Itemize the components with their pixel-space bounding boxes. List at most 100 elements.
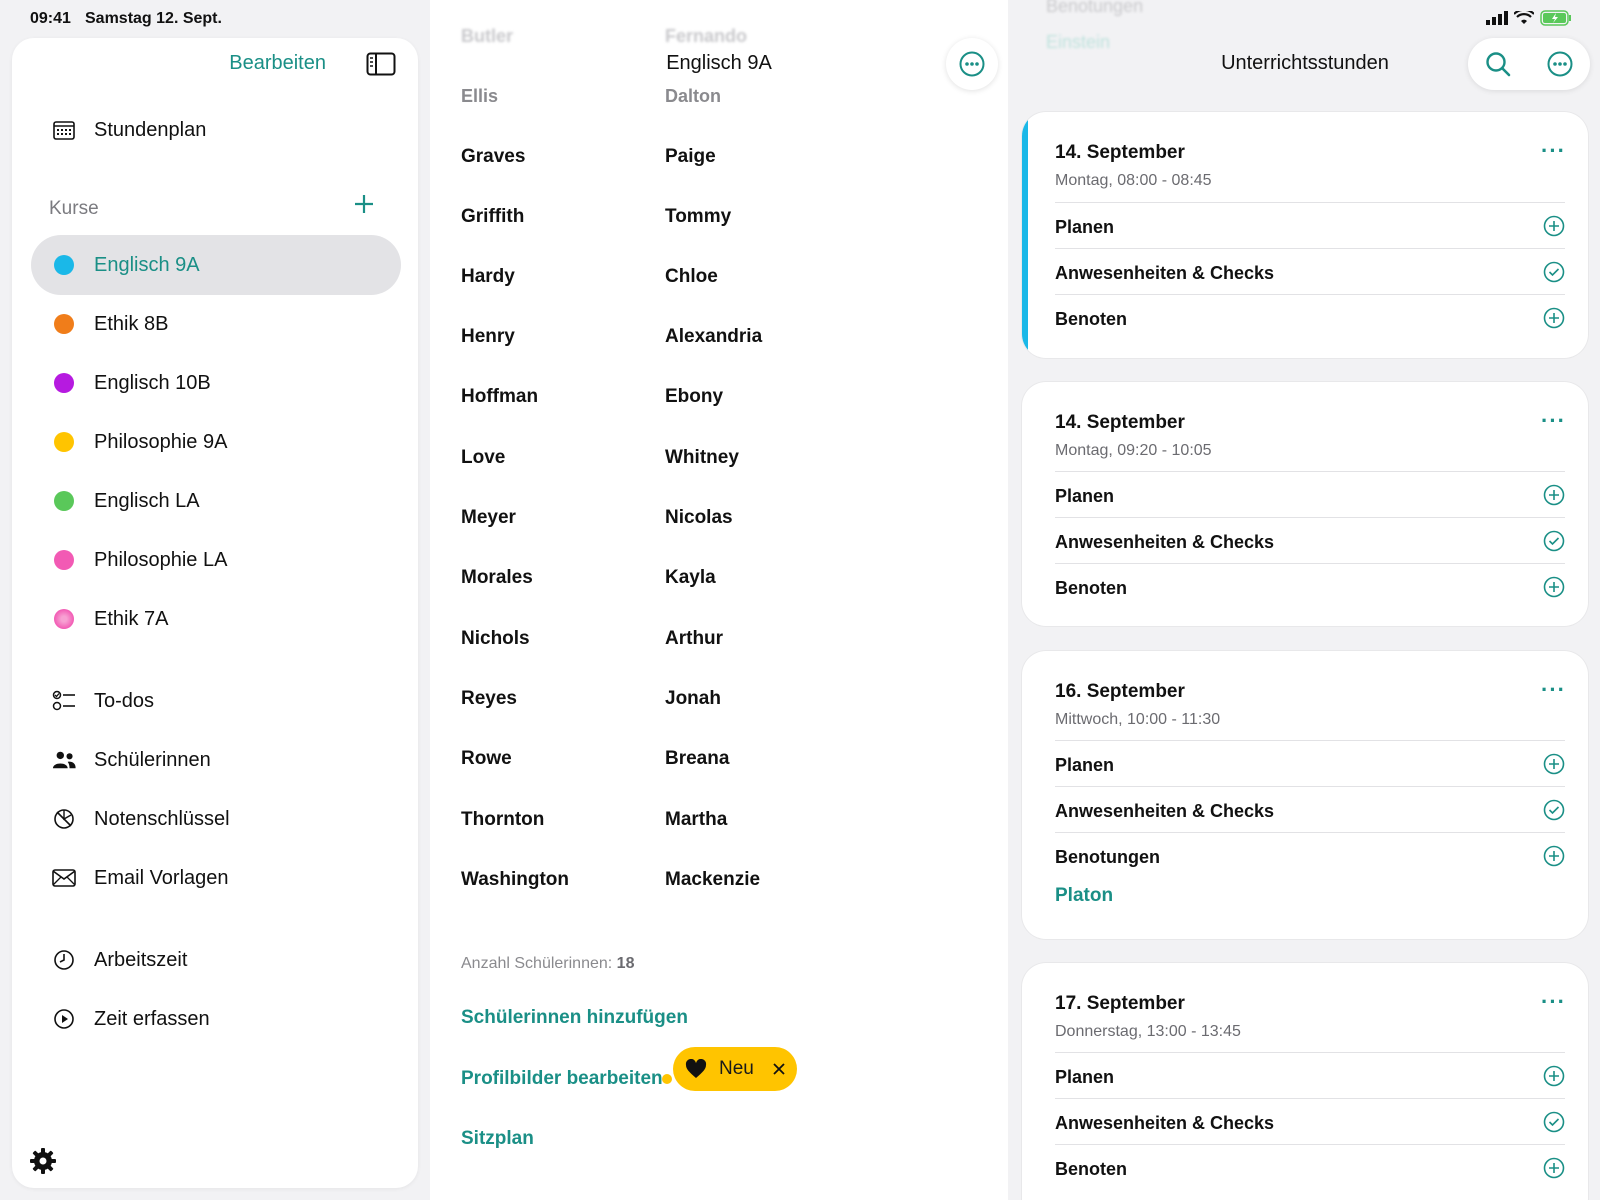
edit-button[interactable]: Bearbeiten xyxy=(229,52,326,75)
sidebar-course-englisch-10b[interactable]: Englisch 10B xyxy=(52,368,211,398)
lesson-action-grade[interactable]: Benoten xyxy=(1055,563,1565,609)
student-first-name: Paige xyxy=(665,146,716,167)
student-row[interactable]: Hoffman Ebony xyxy=(461,386,961,412)
lesson-card[interactable]: 14. September Montag, 09:20 - 10:05 ··· … xyxy=(1022,382,1588,626)
lesson-action-plan[interactable]: Planen xyxy=(1055,471,1565,517)
lesson-action-attendance[interactable]: Anwesenheiten & Checks xyxy=(1055,517,1565,563)
new-feature-badge[interactable]: Neu xyxy=(673,1047,797,1091)
student-first-name: Nicolas xyxy=(665,507,733,528)
student-row[interactable]: Love Whitney xyxy=(461,447,961,473)
student-row[interactable]: Henry Alexandria xyxy=(461,326,961,352)
lesson-card[interactable]: 14. September Montag, 08:00 - 08:45 ··· … xyxy=(1022,112,1588,358)
plus-circle-icon xyxy=(1543,484,1565,506)
lesson-action-plan[interactable]: Planen xyxy=(1055,1052,1565,1098)
sidebar-item-track-time[interactable]: Zeit erfassen xyxy=(52,1004,210,1034)
student-row[interactable]: Griffith Tommy xyxy=(461,206,961,232)
ellipsis-circle-icon xyxy=(959,51,985,77)
student-row[interactable]: Meyer Nicolas xyxy=(461,507,961,533)
lesson-grading-link[interactable]: Platon xyxy=(1055,885,1113,907)
student-row[interactable]: Rowe Breana xyxy=(461,748,961,774)
student-row[interactable]: Hardy Chloe xyxy=(461,266,961,292)
student-row[interactable]: Thornton Martha xyxy=(461,809,961,835)
plus-circle-icon xyxy=(1543,215,1565,237)
add-students-link[interactable]: Schülerinnen hinzufügen xyxy=(461,1007,688,1029)
sidebar-course-ethik-7a[interactable]: Ethik 7A xyxy=(52,604,168,634)
close-icon[interactable] xyxy=(772,1062,786,1076)
lesson-action-attendance[interactable]: Anwesenheiten & Checks xyxy=(1055,248,1565,294)
lesson-action-plan[interactable]: Planen xyxy=(1055,740,1565,786)
gear-icon[interactable] xyxy=(28,1146,58,1176)
sidebar-item-todos[interactable]: To-dos xyxy=(52,686,154,716)
lesson-action-label: Planen xyxy=(1055,486,1115,506)
lesson-more-icon[interactable]: ··· xyxy=(1541,989,1566,1015)
course-color-dot xyxy=(54,550,74,570)
student-last-name: Reyes xyxy=(461,688,517,709)
sidebar-toggle-icon[interactable] xyxy=(366,52,396,76)
sidebar-course-philosophie-9a[interactable]: Philosophie 9A xyxy=(52,427,227,457)
sidebar-course-ethik-8b[interactable]: Ethik 8B xyxy=(52,309,168,339)
check-circle-icon xyxy=(1543,799,1565,821)
lesson-action-plan[interactable]: Planen xyxy=(1055,202,1565,248)
student-row[interactable]: Reyes Jonah xyxy=(461,688,961,714)
lesson-action-grade[interactable]: Benoten xyxy=(1055,294,1565,340)
sidebar-item-label: Schülerinnen xyxy=(94,748,211,771)
ellipsis-circle-icon[interactable] xyxy=(1546,50,1574,78)
sidebar-item-label: Englisch 9A xyxy=(94,253,200,276)
student-first-name: Tommy xyxy=(665,206,732,227)
current-lesson-accent xyxy=(1022,112,1028,358)
sidebar-item-label: Englisch LA xyxy=(94,489,200,512)
lesson-more-icon[interactable]: ··· xyxy=(1541,138,1566,164)
sidebar-item-working-time[interactable]: Arbeitszeit xyxy=(52,945,187,975)
course-color-dot xyxy=(54,314,74,334)
lesson-action-label: Benoten xyxy=(1055,1159,1127,1179)
seating-plan-link[interactable]: Sitzplan xyxy=(461,1128,534,1150)
student-last-name: Henry xyxy=(461,326,515,347)
add-course-icon[interactable] xyxy=(350,190,378,218)
lesson-action-label: Benoten xyxy=(1055,578,1127,598)
course-color-dot xyxy=(54,255,74,275)
lesson-card[interactable]: 16. September Mittwoch, 10:00 - 11:30 ··… xyxy=(1022,651,1588,939)
sidebar-item-timetable[interactable]: Stundenplan xyxy=(52,115,206,145)
check-circle-icon xyxy=(1543,261,1565,283)
student-last-name: Griffith xyxy=(461,206,525,227)
sidebar-course-englisch-la[interactable]: Englisch LA xyxy=(52,486,200,516)
status-icons xyxy=(1486,10,1572,26)
sidebar-item-label: Philosophie 9A xyxy=(94,430,228,453)
lesson-time: Montag, 09:20 - 10:05 xyxy=(1055,442,1212,459)
sidebar-item-email-templates[interactable]: Email Vorlagen xyxy=(52,863,229,893)
lesson-time: Mittwoch, 10:00 - 11:30 xyxy=(1055,711,1221,728)
lesson-action-attendance[interactable]: Anwesenheiten & Checks xyxy=(1055,1098,1565,1144)
more-options-button[interactable] xyxy=(946,38,998,90)
plus-circle-icon xyxy=(1543,307,1565,329)
sidebar-item-label: Zeit erfassen xyxy=(94,1007,210,1030)
lesson-card[interactable]: 17. September Donnerstag, 13:00 - 13:45 … xyxy=(1022,963,1588,1200)
lesson-time: Montag, 08:00 - 08:45 xyxy=(1055,172,1212,189)
lesson-action-label: Benotungen xyxy=(1055,847,1160,867)
student-row[interactable]: Morales Kayla xyxy=(461,567,961,593)
student-row[interactable]: Washington Mackenzie xyxy=(461,869,961,895)
student-last-name[interactable]: Ellis xyxy=(461,86,498,107)
student-first-name[interactable]: Dalton xyxy=(665,86,721,107)
envelope-icon xyxy=(52,866,76,890)
status-time: 09:41 xyxy=(30,10,71,27)
lesson-action-attendance[interactable]: Anwesenheiten & Checks xyxy=(1055,786,1565,832)
sidebar-item-label: Notenschlüssel xyxy=(94,807,230,830)
lesson-date: 16. September xyxy=(1055,681,1185,702)
student-row[interactable]: Graves Paige xyxy=(461,146,961,172)
lesson-action-grade[interactable]: Benoten xyxy=(1055,1144,1565,1190)
lesson-action-label: Anwesenheiten & Checks xyxy=(1055,263,1275,283)
plus-circle-icon xyxy=(1543,753,1565,775)
sidebar-course-philosophie-la[interactable]: Philosophie LA xyxy=(52,545,227,575)
student-row[interactable]: Nichols Arthur xyxy=(461,628,961,654)
sidebar-item-grade-key[interactable]: Notenschlüssel xyxy=(52,804,230,834)
student-count: Anzahl Schülerinnen: 18 xyxy=(461,955,634,973)
sidebar-course-englisch-9a[interactable]: Englisch 9A xyxy=(52,250,200,280)
sidebar-item-students[interactable]: Schülerinnen xyxy=(52,745,211,775)
student-last-name: Nichols xyxy=(461,628,530,649)
plus-circle-icon xyxy=(1543,576,1565,598)
search-icon[interactable] xyxy=(1484,50,1512,78)
lesson-action-grades[interactable]: Benotungen xyxy=(1055,832,1565,878)
lesson-more-icon[interactable]: ··· xyxy=(1541,677,1566,703)
lesson-more-icon[interactable]: ··· xyxy=(1541,408,1566,434)
edit-profile-pictures-link[interactable]: Profilbilder bearbeiten xyxy=(461,1068,663,1090)
